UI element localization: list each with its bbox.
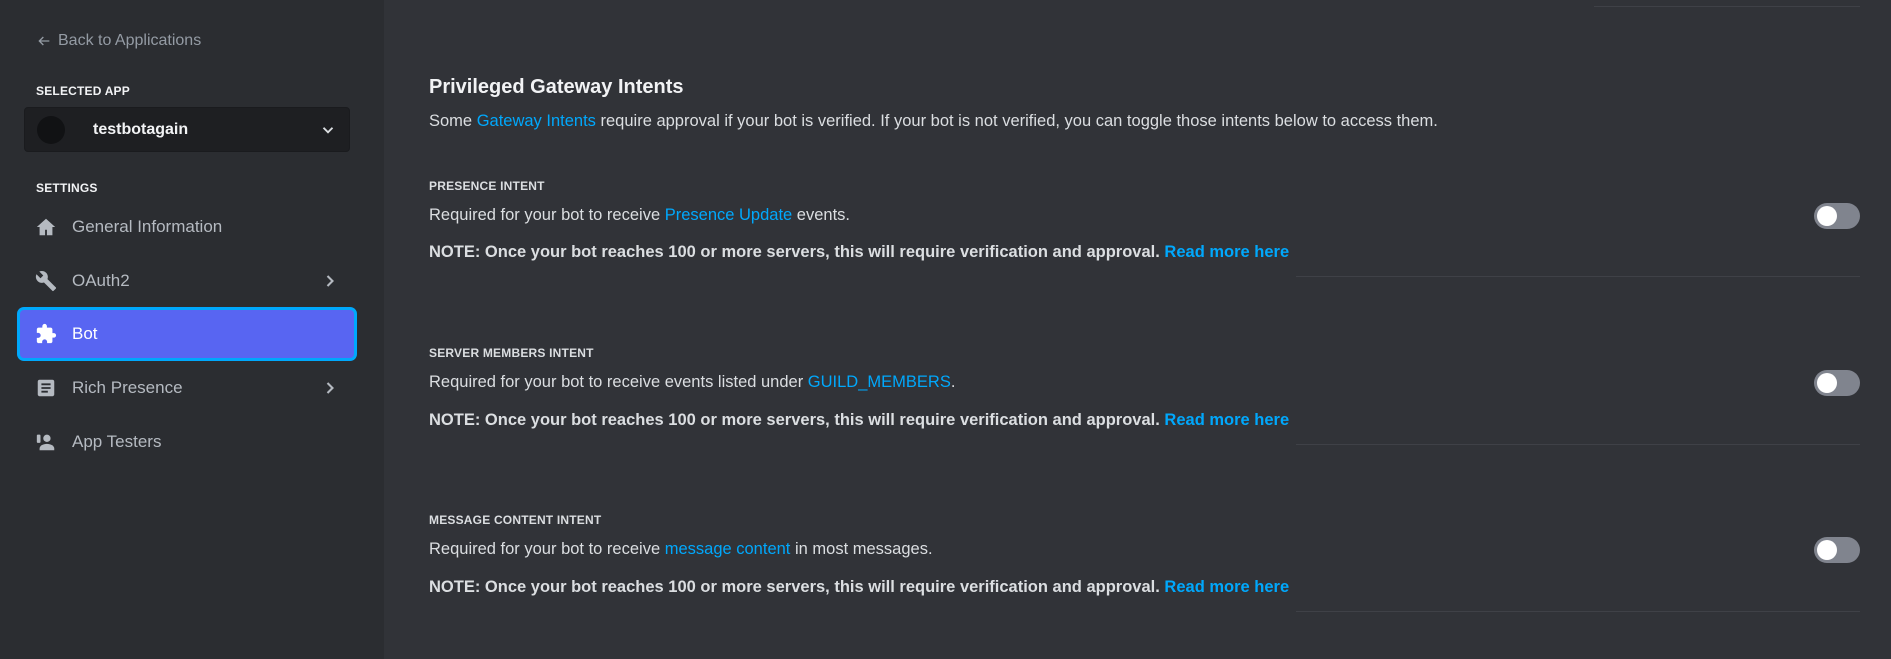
gateway-intents-link[interactable]: Gateway Intents: [477, 112, 596, 130]
message-content-intent-toggle[interactable]: [1814, 537, 1860, 563]
home-icon: [34, 215, 58, 239]
message-content-link[interactable]: message content: [665, 540, 791, 558]
server-members-intent-toggle[interactable]: [1814, 370, 1860, 396]
toggle-knob: [1817, 540, 1837, 560]
app-name: testbotagain: [93, 120, 189, 138]
description-text: Some: [429, 112, 477, 130]
toggle-knob: [1817, 373, 1837, 393]
divider: [1296, 276, 1860, 277]
description-text: in most messages.: [790, 540, 933, 558]
selected-app-heading: SELECTED APP: [36, 84, 130, 98]
presence-intent-description: Required for your bot to receive Presenc…: [429, 206, 850, 225]
note-text: NOTE: Once your bot reaches 100 or more …: [429, 411, 1160, 429]
message-content-intent-note: NOTE: Once your bot reaches 100 or more …: [429, 578, 1289, 597]
sidebar-item-label: Bot: [72, 324, 98, 343]
description-text: events.: [792, 206, 851, 224]
chevron-right-icon: [326, 275, 334, 287]
sidebar-item-label: App Testers: [72, 432, 162, 451]
wrench-icon: [34, 269, 58, 293]
presence-intent-label: PRESENCE INTENT: [429, 179, 545, 193]
chevron-down-icon: [322, 126, 334, 134]
sidebar-item-label: Rich Presence: [72, 378, 183, 397]
description-text: Required for your bot to receive: [429, 540, 665, 558]
read-more-link[interactable]: Read more here: [1164, 411, 1289, 429]
page-title: Privileged Gateway Intents: [429, 76, 684, 98]
sidebar-item-oauth2[interactable]: OAuth2: [20, 257, 354, 305]
presence-intent-note: NOTE: Once your bot reaches 100 or more …: [429, 243, 1289, 262]
arrow-left-icon: [38, 36, 50, 46]
divider: [1296, 611, 1860, 612]
note-text: NOTE: Once your bot reaches 100 or more …: [429, 578, 1160, 596]
divider: [1594, 6, 1860, 7]
app-avatar: [37, 115, 65, 144]
presence-update-link[interactable]: Presence Update: [665, 206, 793, 224]
read-more-link[interactable]: Read more here: [1164, 578, 1289, 596]
sidebar-item-app-testers[interactable]: App Testers: [20, 418, 354, 466]
server-members-intent-description: Required for your bot to receive events …: [429, 373, 955, 392]
sidebar-item-bot[interactable]: Bot: [20, 310, 354, 358]
back-to-applications-link[interactable]: Back to Applications: [36, 32, 201, 50]
back-label: Back to Applications: [58, 32, 202, 49]
sidebar-item-general-information[interactable]: General Information: [20, 203, 354, 251]
server-members-intent-label: SERVER MEMBERS INTENT: [429, 346, 594, 360]
message-content-intent-label: MESSAGE CONTENT INTENT: [429, 513, 602, 527]
message-content-intent-description: Required for your bot to receive message…: [429, 540, 933, 559]
settings-heading: SETTINGS: [36, 181, 98, 195]
description-text: .: [950, 373, 956, 391]
sidebar: Back to Applications SELECTED APP testbo…: [0, 0, 384, 659]
sidebar-item-rich-presence[interactable]: Rich Presence: [20, 364, 354, 412]
server-members-intent-note: NOTE: Once your bot reaches 100 or more …: [429, 411, 1289, 430]
note-text: NOTE: Once your bot reaches 100 or more …: [429, 243, 1160, 261]
divider: [1296, 444, 1860, 445]
presence-intent-toggle[interactable]: [1814, 203, 1860, 229]
chevron-right-icon: [326, 382, 334, 394]
document-icon: [34, 376, 58, 400]
sidebar-item-label: General Information: [72, 217, 223, 236]
sidebar-item-label: OAuth2: [72, 271, 130, 290]
puzzle-icon: [34, 322, 58, 346]
person-icon: [34, 430, 58, 454]
app-selector-dropdown[interactable]: testbotagain: [24, 107, 350, 152]
description-text: require approval if your bot is verified…: [595, 112, 1438, 130]
read-more-link[interactable]: Read more here: [1164, 243, 1289, 261]
toggle-knob: [1817, 206, 1837, 226]
description-text: Required for your bot to receive events …: [429, 373, 808, 391]
section-description: Some Gateway Intents require approval if…: [429, 112, 1438, 131]
guild-members-link[interactable]: GUILD_MEMBERS: [808, 373, 951, 391]
description-text: Required for your bot to receive: [429, 206, 665, 224]
